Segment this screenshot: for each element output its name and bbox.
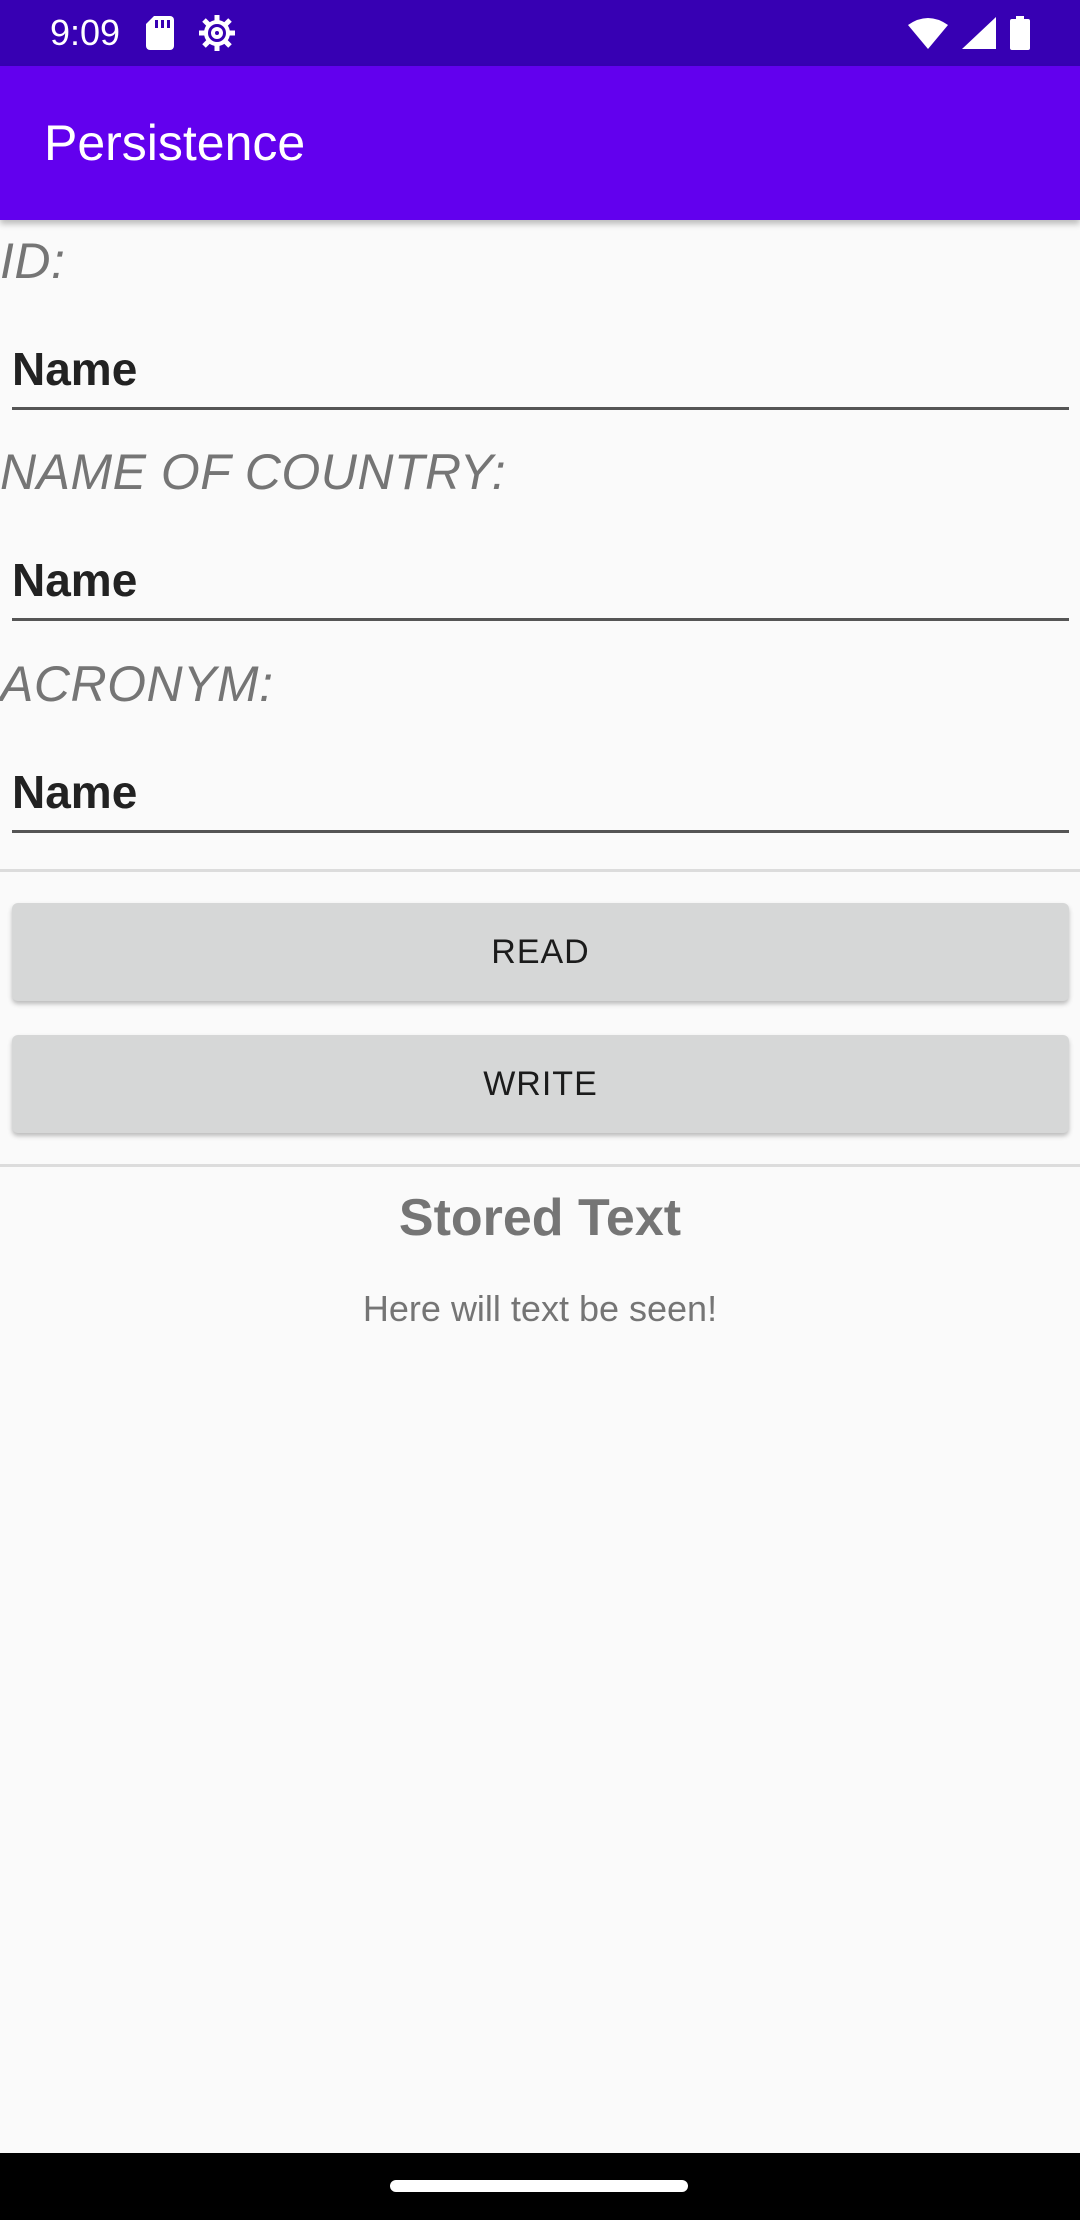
write-button[interactable]: WRITE [12, 1035, 1069, 1133]
status-right-group [894, 16, 1030, 50]
acronym-input[interactable] [12, 723, 1069, 833]
settings-gear-icon [198, 14, 236, 52]
divider-top [0, 869, 1080, 872]
read-button[interactable]: READ [12, 903, 1069, 1001]
stored-text-body: Here will text be seen! [362, 1288, 718, 1329]
divider-bottom [0, 1164, 1080, 1167]
id-input[interactable] [12, 300, 1069, 410]
navigation-bar [0, 2153, 1080, 2220]
country-name-input[interactable] [12, 511, 1069, 621]
app-title: Persistence [44, 115, 306, 171]
sd-card-icon [146, 16, 175, 50]
app-bar: Persistence [0, 66, 1080, 220]
country-name-label: NAME OF COUNTRY: [0, 444, 507, 500]
home-gesture-handle[interactable] [390, 2180, 688, 2192]
wifi-icon [894, 17, 948, 49]
id-label: ID: [0, 233, 66, 289]
acronym-label: ACRONYM: [0, 656, 274, 712]
status-bar: 9:09 [0, 0, 1080, 66]
stored-text-title: Stored Text [398, 1189, 682, 1247]
status-time: 9:09 [50, 12, 121, 53]
signal-icon [948, 17, 996, 49]
battery-icon [996, 16, 1030, 50]
status-left-group: 9:09 [50, 12, 236, 54]
